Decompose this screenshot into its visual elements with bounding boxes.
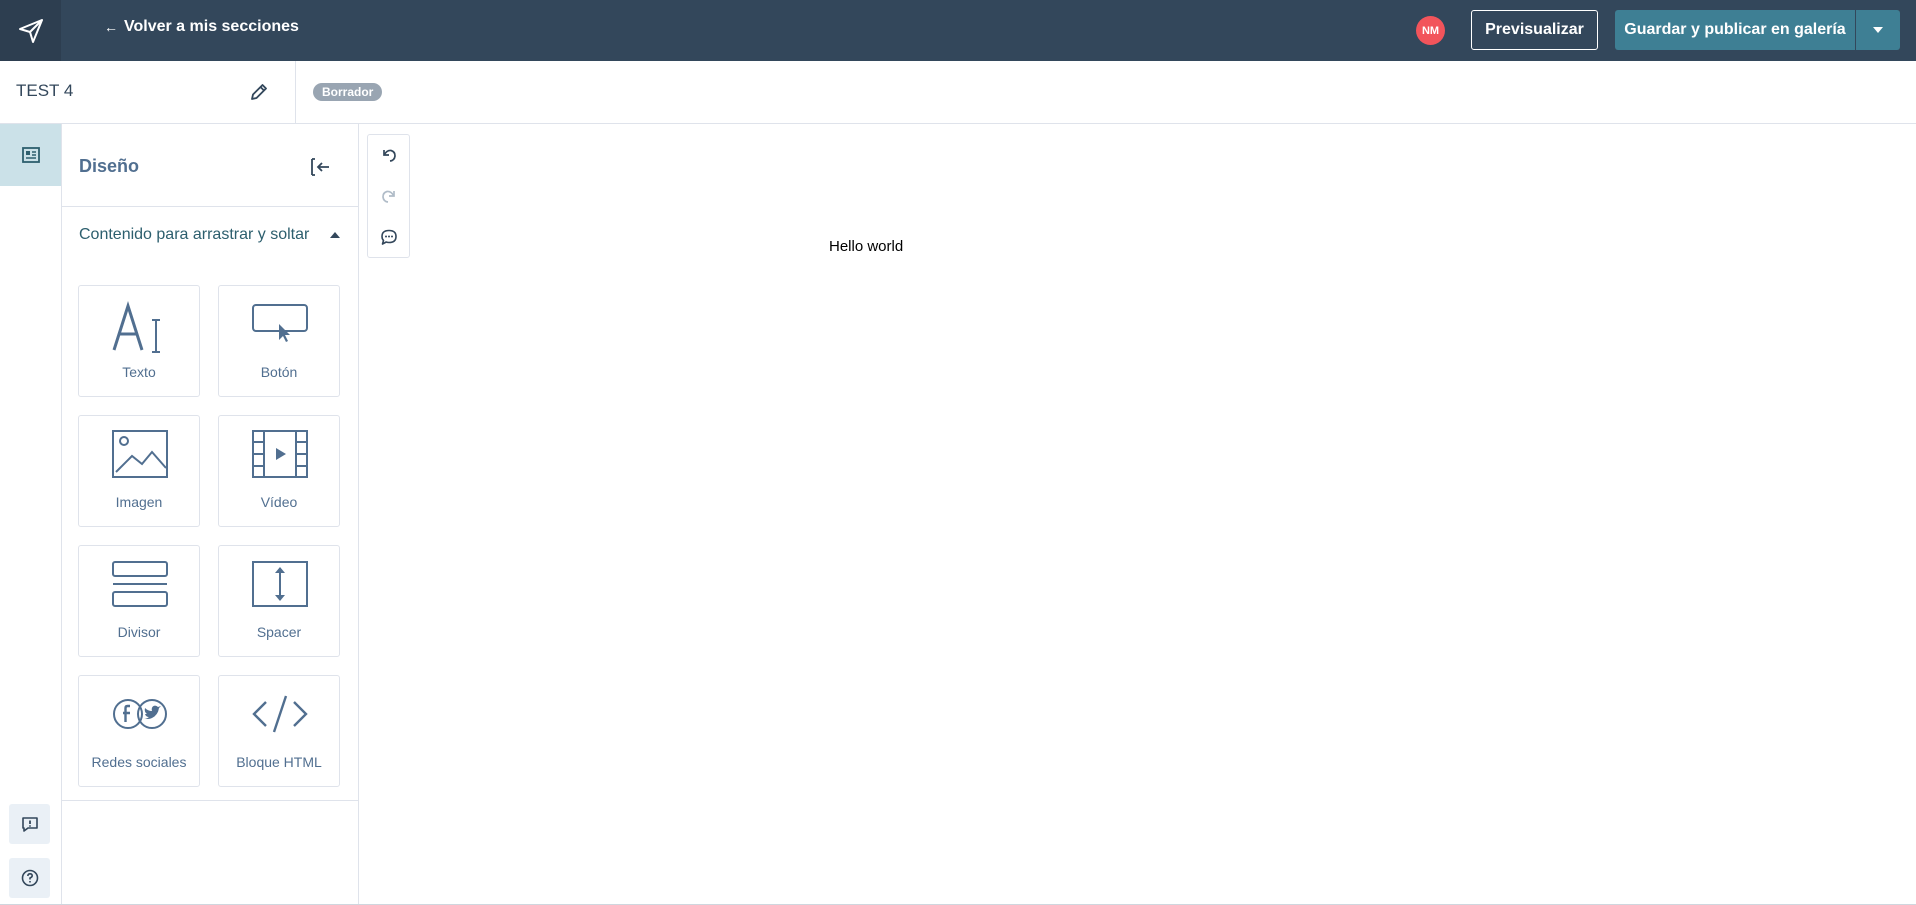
code-icon — [252, 695, 308, 733]
content-text[interactable]: Hello world — [829, 238, 903, 255]
tile-label: Imagen — [115, 494, 163, 510]
editor-canvas[interactable]: Hello world — [359, 124, 1916, 905]
design-panel: Diseño Contenido para arrastrar y soltar… — [62, 124, 359, 905]
top-bar: ← Volver a mis secciones NM Previsualiza… — [0, 0, 1916, 61]
preview-button[interactable]: Previsualizar — [1471, 10, 1598, 50]
section-label: Contenido para arrastrar y soltar — [79, 226, 310, 243]
tile-image[interactable]: Imagen — [78, 415, 200, 527]
pencil-icon[interactable] — [247, 80, 271, 104]
tile-label: Bloque HTML — [236, 754, 322, 770]
tile-html[interactable]: Bloque HTML — [218, 675, 340, 787]
undo-icon[interactable] — [377, 143, 401, 167]
spacer-icon — [252, 561, 308, 607]
page-title-area: TEST 4 — [0, 61, 296, 123]
back-link-label: Volver a mis secciones — [124, 18, 299, 35]
divider-icon — [112, 561, 168, 607]
page-title: TEST 4 — [16, 81, 74, 100]
tile-spacer[interactable]: Spacer — [218, 545, 340, 657]
tile-button[interactable]: Botón — [218, 285, 340, 397]
tile-social[interactable]: Redes sociales — [78, 675, 200, 787]
feedback-icon — [21, 817, 38, 832]
divider — [62, 800, 358, 801]
tile-video[interactable]: Vídeo — [218, 415, 340, 527]
avatar[interactable]: NM — [1416, 16, 1445, 45]
help-button[interactable] — [9, 858, 50, 898]
collapse-panel-icon[interactable] — [307, 154, 333, 180]
tile-label: Vídeo — [260, 494, 298, 510]
comment-icon[interactable] — [377, 225, 401, 249]
panel-title: Diseño — [79, 156, 140, 176]
caret-down-icon — [1873, 27, 1883, 33]
button-icon — [252, 304, 308, 342]
panel-header: Diseño — [62, 124, 358, 207]
help-icon — [21, 869, 38, 887]
text-icon — [112, 301, 160, 353]
editor-toolbar — [367, 134, 410, 258]
tile-label: Divisor — [117, 624, 161, 640]
tile-text[interactable]: Texto — [78, 285, 200, 397]
social-icon — [113, 699, 167, 729]
redo-icon[interactable] — [377, 184, 401, 208]
back-link[interactable]: ← Volver a mis secciones — [104, 18, 299, 36]
rail-item-design[interactable] — [0, 124, 61, 186]
drag-drop-section-toggle[interactable]: Contenido para arrastrar y soltar — [62, 207, 358, 263]
tile-label: Redes sociales — [91, 754, 187, 770]
sub-header: TEST 4 Borrador — [0, 61, 1916, 124]
tile-divider[interactable]: Divisor — [78, 545, 200, 657]
layout-icon — [21, 147, 40, 163]
caret-up-icon — [330, 232, 340, 238]
tile-label: Botón — [260, 364, 298, 380]
status-badge: Borrador — [313, 83, 383, 101]
logo-icon[interactable] — [0, 0, 61, 61]
publish-button[interactable]: Guardar y publicar en galería — [1615, 10, 1855, 50]
feedback-button[interactable] — [9, 804, 50, 844]
arrow-left-icon: ← — [104, 19, 118, 35]
image-icon — [112, 430, 168, 478]
video-icon — [252, 430, 308, 478]
tile-label: Texto — [122, 364, 156, 380]
publish-options-button[interactable] — [1856, 10, 1900, 50]
tile-label: Spacer — [256, 624, 302, 640]
left-rail — [0, 124, 62, 905]
